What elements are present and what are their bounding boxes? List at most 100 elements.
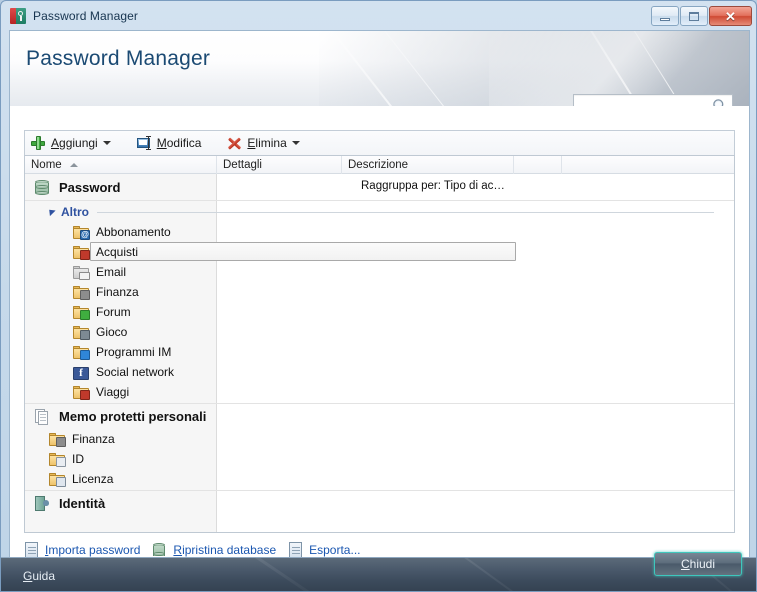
delete-button[interactable]: Elimina [221,132,305,154]
export-icon [288,542,304,557]
window-controls: ✕ [651,6,752,26]
items-list-view[interactable]: Nome Dettagli Descrizione Password Raggr… [24,155,735,533]
list-item-label: Email [96,265,127,279]
column-header-descrizione-label: Descrizione [348,159,409,171]
column-header-nome[interactable]: Nome [25,156,217,174]
password-manager-window: Password Manager ✕ Password Manager Aggi… [0,0,757,592]
list-item[interactable]: Gioco [25,322,734,342]
close-button[interactable]: ✕ [709,6,752,26]
delete-x-icon [226,135,242,151]
column-header-row: Nome Dettagli Descrizione [25,156,734,174]
list-item[interactable]: f Social network [25,362,734,382]
sort-ascending-icon [69,163,78,167]
group-divider-line [97,212,714,213]
list-item-label: Finanza [96,285,139,299]
search-input[interactable] [574,95,708,106]
column-header-extra-2[interactable] [562,156,732,174]
column-header-dettagli[interactable]: Dettagli [217,156,342,174]
close-dialog-button[interactable]: Chiudi [654,552,742,576]
list-item[interactable]: Acquisti [25,242,734,262]
help-link[interactable]: Guida [23,569,55,583]
chevron-down-icon[interactable] [291,141,300,145]
import-password-label[interactable]: Importa password [45,543,140,557]
minimize-button[interactable] [651,6,679,26]
list-item-label: ID [72,452,84,466]
identity-icon [35,495,51,512]
restore-database-label[interactable]: Ripristina database [173,543,276,557]
chevron-collapse-icon[interactable] [46,206,56,217]
folder-cart-icon [73,244,90,260]
section-row-identita[interactable]: Identità [25,491,734,515]
section-label-password: Password [59,179,121,195]
list-item[interactable]: @ Abbonamento [25,222,734,242]
list-item-label: Acquisti [96,245,139,259]
folder-facebook-icon: f [73,364,89,380]
export-link[interactable]: Esporta... [288,542,360,557]
window-title: Password Manager [33,9,138,23]
restore-database-link[interactable]: Ripristina database [152,542,276,557]
minimize-icon [660,17,670,21]
add-button[interactable]: Aggiungi [25,132,117,154]
edit-button-label: Modifica [156,136,202,150]
section-label-memo: Memo protetti personali [59,408,207,424]
edit-icon [136,135,152,151]
folder-money-icon [49,431,66,447]
list-item-label: Finanza [72,432,115,446]
list-item[interactable]: Viaggi [25,382,734,402]
folder-license-icon [49,471,66,487]
list-item-label: Viaggi [96,385,130,399]
list-item[interactable]: Finanza [25,282,734,302]
list-item[interactable]: Programmi IM [25,342,734,362]
folder-id-icon [49,451,66,467]
toolbar: Aggiungi Modifica Elimina [24,130,735,155]
folder-im-icon [73,344,90,360]
footer-streak-2 [168,558,574,591]
column-header-nome-label: Nome [31,159,62,171]
list-item-label: Gioco [96,325,128,339]
list-item-label: Social network [96,365,175,379]
list-item-label: Abbonamento [96,225,171,239]
search-icon[interactable] [712,98,728,106]
database-icon [35,179,51,196]
plus-icon [30,135,46,151]
restore-db-icon [152,542,168,557]
maximize-icon [689,11,699,21]
close-icon: ✕ [725,8,736,24]
delete-button-label: Elimina [247,136,287,150]
folder-game-icon [73,324,90,340]
export-label[interactable]: Esporta... [309,543,360,557]
list-item-label: Programmi IM [96,345,172,359]
list-item[interactable]: Forum [25,302,734,322]
client-area: Password Manager Aggiungi Modifica Elimi… [9,30,750,557]
import-password-link[interactable]: Importa password [24,542,140,557]
edit-button[interactable]: Modifica [131,132,208,154]
search-box[interactable] [573,94,733,106]
footer-bar: Guida [1,557,756,591]
folder-mail-icon [73,264,90,280]
add-button-label: Aggiungi [51,136,98,150]
column-header-extra-1[interactable] [514,156,562,174]
column-header-dettagli-label: Dettagli [223,159,262,171]
list-item[interactable]: ID [25,449,734,469]
folder-at-icon: @ [73,224,90,240]
bottom-links-bar: Importa password Ripristina database Esp… [24,542,372,557]
list-item-selected[interactable]: Email [25,262,734,282]
chevron-down-icon[interactable] [102,141,111,145]
notes-icon [35,408,51,425]
title-bar[interactable]: Password Manager ✕ [1,1,756,31]
list-item-label: Licenza [72,472,114,486]
page-title: Password Manager [26,47,211,70]
section-row-memo[interactable]: Memo protetti personali [25,404,734,428]
maximize-button[interactable] [680,6,708,26]
header-band: Password Manager [10,31,749,106]
group-label-altro: Altro [61,204,89,219]
import-icon [24,542,40,557]
section-label-identita: Identità [59,495,106,511]
list-item-label: Forum [96,305,131,319]
password-key-icon [10,8,26,24]
list-item[interactable]: Licenza [25,469,734,489]
folder-people-icon [73,304,90,320]
column-header-descrizione[interactable]: Descrizione [342,156,514,174]
section-description-password: Raggruppa per: Tipo di ac… [361,180,505,192]
list-item[interactable]: Finanza [25,429,734,449]
